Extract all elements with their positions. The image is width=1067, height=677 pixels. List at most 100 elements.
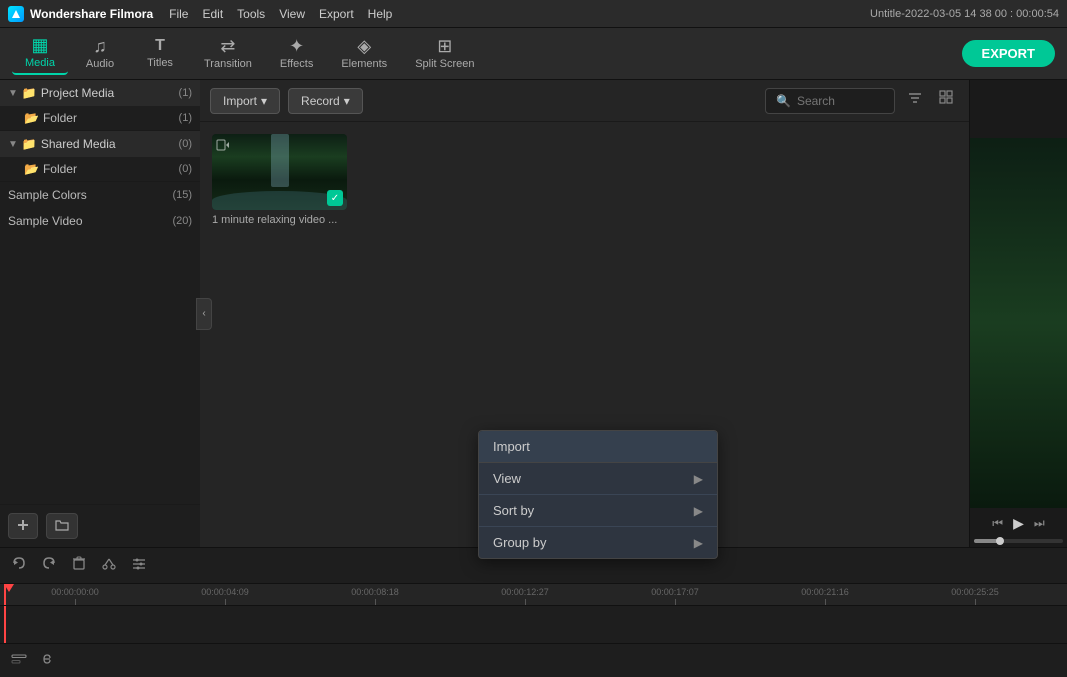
search-box: 🔍 (765, 88, 895, 114)
search-icon: 🔍 (776, 94, 791, 108)
context-menu-groupby-arrow: ▶ (694, 536, 703, 550)
toolbar-splitscreen-label: Split Screen (415, 58, 474, 70)
toolbar-effects[interactable]: ✦ Effects (268, 33, 325, 74)
toolbar-splitscreen[interactable]: ⊞ Split Screen (403, 33, 486, 74)
menu-items: File Edit Tools View Export Help (169, 7, 392, 21)
toolbar-titles-label: Titles (147, 57, 173, 69)
toolbar: ▦ Media ♫ Audio T Titles ⇄ Transition ✦ … (0, 28, 1067, 80)
shared-media-header[interactable]: ▼ 📁 Shared Media (0) (0, 131, 200, 157)
sidebar-container: ▼ 📁 Project Media (1) 📂 Folder (1) ▼ 📁 S… (0, 80, 200, 547)
toolbar-transition-label: Transition (204, 58, 252, 70)
sample-video-count: (20) (172, 215, 192, 227)
sample-colors-count: (15) (172, 189, 192, 201)
record-label: Record (301, 94, 340, 108)
media-thumbnail: ✓ (212, 134, 347, 210)
context-menu: Import View ▶ Sort by ▶ Group by ▶ (478, 430, 718, 559)
project-media-folder-icon: 📁 (22, 86, 37, 100)
shared-media-count: (0) (179, 138, 192, 150)
toolbar-transition[interactable]: ⇄ Transition (192, 33, 264, 74)
tick-label-6: 00:00:25:25 (951, 587, 999, 597)
timeline-bottom-bar (0, 643, 1067, 677)
adjust-button[interactable] (128, 552, 150, 579)
toolbar-media[interactable]: ▦ Media (12, 32, 68, 75)
shared-media-folder-icon: 📁 (22, 137, 37, 151)
tick-label-0: 00:00:00:00 (51, 587, 99, 597)
context-menu-sortby[interactable]: Sort by ▶ (479, 495, 717, 526)
context-menu-groupby[interactable]: Group by ▶ (479, 527, 717, 558)
shared-media-folder-label: Folder (43, 162, 175, 176)
media-icon: ▦ (31, 36, 48, 54)
export-button[interactable]: EXPORT (962, 40, 1055, 67)
undo-button[interactable] (8, 552, 30, 579)
ruler-tick-0: 00:00:00:00 (0, 587, 150, 605)
shared-media-label: Shared Media (41, 137, 175, 151)
sample-video-label: Sample Video (8, 214, 172, 228)
context-menu-sortby-label: Sort by (493, 503, 534, 518)
window-title: Untitle-2022-03-05 14 38 00 : 00:00:54 (870, 8, 1059, 20)
timeline-add-track[interactable] (8, 648, 30, 673)
context-menu-sortby-arrow: ▶ (694, 504, 703, 518)
toolbar-elements[interactable]: ◈ Elements (329, 33, 399, 74)
context-menu-view-label: View (493, 471, 521, 486)
cut-button[interactable] (98, 552, 120, 579)
grid-view-button[interactable] (935, 86, 959, 115)
project-media-header[interactable]: ▼ 📁 Project Media (1) (0, 80, 200, 106)
sidebar-collapse-arrow[interactable]: ‹ (196, 298, 212, 330)
timeline-ruler: 00:00:00:00 00:00:04:09 00:00:08:18 00:0… (0, 584, 1067, 606)
toolbar-audio-label: Audio (86, 58, 114, 70)
video-overlay-icon (216, 138, 230, 155)
add-media-button[interactable] (8, 513, 38, 539)
logo-icon (8, 6, 24, 22)
project-media-label: Project Media (41, 86, 175, 100)
redo-button[interactable] (38, 552, 60, 579)
delete-button[interactable] (68, 552, 90, 579)
context-menu-view[interactable]: View ▶ (479, 463, 717, 494)
titles-icon: T (155, 38, 165, 54)
folder-icon-sub: 📂 (24, 111, 39, 125)
sample-video-item[interactable]: Sample Video (20) (0, 208, 200, 234)
tick-label-4: 00:00:17:07 (651, 587, 699, 597)
app-logo: Wondershare Filmora (8, 6, 153, 22)
preview-panel: ⏮ ▶ ⏭ (969, 80, 1067, 547)
ruler-tick-4: 00:00:17:07 (600, 587, 750, 605)
transition-icon: ⇄ (220, 37, 235, 55)
project-media-chevron: ▼ (8, 88, 18, 99)
app-name: Wondershare Filmora (30, 7, 153, 21)
context-menu-header: Import (479, 431, 717, 463)
tick-label-5: 00:00:21:16 (801, 587, 849, 597)
menu-export[interactable]: Export (319, 7, 354, 21)
filter-button[interactable] (903, 86, 927, 115)
preview-play[interactable]: ▶ (1010, 512, 1027, 535)
import-chevron-icon: ▾ (261, 94, 267, 108)
media-item[interactable]: ✓ 1 minute relaxing video ... (212, 134, 347, 226)
sample-colors-item[interactable]: Sample Colors (15) (0, 182, 200, 208)
sidebar: ▼ 📁 Project Media (1) 📂 Folder (1) ▼ 📁 S… (0, 80, 200, 504)
menu-tools[interactable]: Tools (237, 7, 265, 21)
menu-view[interactable]: View (279, 7, 305, 21)
toolbar-audio[interactable]: ♫ Audio (72, 33, 128, 74)
menu-help[interactable]: Help (368, 7, 393, 21)
sidebar-footer (0, 504, 200, 547)
record-button[interactable]: Record ▾ (288, 88, 363, 114)
project-media-folder-label: Folder (43, 111, 175, 125)
import-button[interactable]: Import ▾ (210, 88, 280, 114)
menu-edit[interactable]: Edit (202, 7, 223, 21)
menu-file[interactable]: File (169, 7, 188, 21)
search-input[interactable] (797, 94, 887, 108)
ruler-tick-1: 00:00:04:09 (150, 587, 300, 605)
playhead-marker (4, 584, 14, 592)
effects-icon: ✦ (289, 37, 304, 55)
menu-bar: Wondershare Filmora File Edit Tools View… (0, 0, 1067, 28)
preview-skip-fwd[interactable]: ⏭ (1031, 513, 1048, 534)
timeline-link-button[interactable] (36, 648, 58, 673)
project-media-folder-item[interactable]: 📂 Folder (1) (0, 106, 200, 130)
toolbar-titles[interactable]: T Titles (132, 34, 188, 73)
shared-media-folder-item[interactable]: 📂 Folder (0) (0, 157, 200, 181)
elements-icon: ◈ (357, 37, 371, 55)
tick-label-2: 00:00:08:18 (351, 587, 399, 597)
new-folder-button[interactable] (46, 513, 78, 539)
track-playhead (4, 606, 6, 643)
ruler-tick-5: 00:00:21:16 (750, 587, 900, 605)
preview-skip-back[interactable]: ⏮ (989, 513, 1006, 534)
media-item-label: 1 minute relaxing video ... (212, 214, 347, 226)
